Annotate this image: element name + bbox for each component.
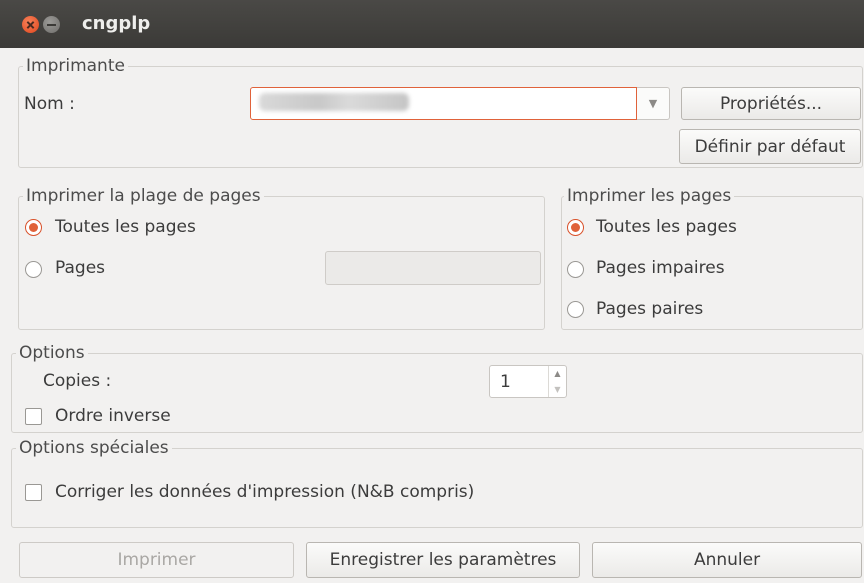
print-odd-pages-label: Pages impaires bbox=[596, 258, 725, 278]
chevron-down-icon: ▼ bbox=[648, 97, 658, 110]
printer-dropdown-button[interactable]: ▼ bbox=[637, 87, 670, 120]
copies-label: Copies : bbox=[43, 371, 112, 391]
printer-name-value bbox=[259, 93, 409, 111]
chevron-up-icon[interactable]: ▲ bbox=[549, 366, 566, 382]
page-range-all-label: Toutes les pages bbox=[55, 217, 196, 237]
cancel-button[interactable]: Annuler bbox=[592, 542, 862, 578]
spinner-buttons: ▲ ▼ bbox=[548, 366, 566, 397]
save-settings-button[interactable]: Enregistrer les paramètres bbox=[306, 542, 580, 578]
title-bar: cngplp bbox=[0, 0, 864, 48]
page-range-all-radio[interactable] bbox=[25, 219, 42, 236]
page-range-legend: Imprimer la plage de pages bbox=[23, 186, 264, 206]
options-legend: Options bbox=[16, 343, 88, 363]
copies-value: 1 bbox=[500, 372, 511, 392]
printer-name-label: Nom : bbox=[24, 94, 75, 114]
minimize-window-icon[interactable] bbox=[43, 16, 60, 33]
page-range-pages-label: Pages bbox=[55, 258, 106, 278]
print-even-pages-label: Pages paires bbox=[596, 299, 704, 319]
correct-data-label: Corriger les données d'impression (N&B c… bbox=[55, 482, 475, 502]
properties-button[interactable]: Propriétés... bbox=[681, 87, 861, 120]
close-window-icon[interactable] bbox=[22, 16, 39, 33]
printer-name-input[interactable] bbox=[250, 87, 637, 120]
print-all-pages-label: Toutes les pages bbox=[596, 217, 737, 237]
print-even-pages-radio[interactable] bbox=[567, 301, 584, 318]
reverse-order-checkbox[interactable] bbox=[25, 408, 42, 425]
print-odd-pages-radio[interactable] bbox=[567, 261, 584, 278]
print-pages-legend: Imprimer les pages bbox=[564, 186, 735, 206]
page-range-pages-radio[interactable] bbox=[25, 261, 42, 278]
set-default-button[interactable]: Définir par défaut bbox=[679, 129, 861, 164]
copies-spinner[interactable]: 1 ▲ ▼ bbox=[489, 365, 567, 398]
reverse-order-label: Ordre inverse bbox=[55, 406, 171, 426]
print-all-pages-radio[interactable] bbox=[567, 219, 584, 236]
page-range-input[interactable] bbox=[325, 251, 541, 285]
chevron-down-icon[interactable]: ▼ bbox=[549, 382, 566, 398]
special-options-legend: Options spéciales bbox=[16, 438, 172, 458]
window-title: cngplp bbox=[82, 13, 151, 34]
printer-legend: Imprimante bbox=[23, 56, 128, 76]
correct-data-checkbox[interactable] bbox=[25, 484, 42, 501]
print-button[interactable]: Imprimer bbox=[19, 542, 294, 578]
